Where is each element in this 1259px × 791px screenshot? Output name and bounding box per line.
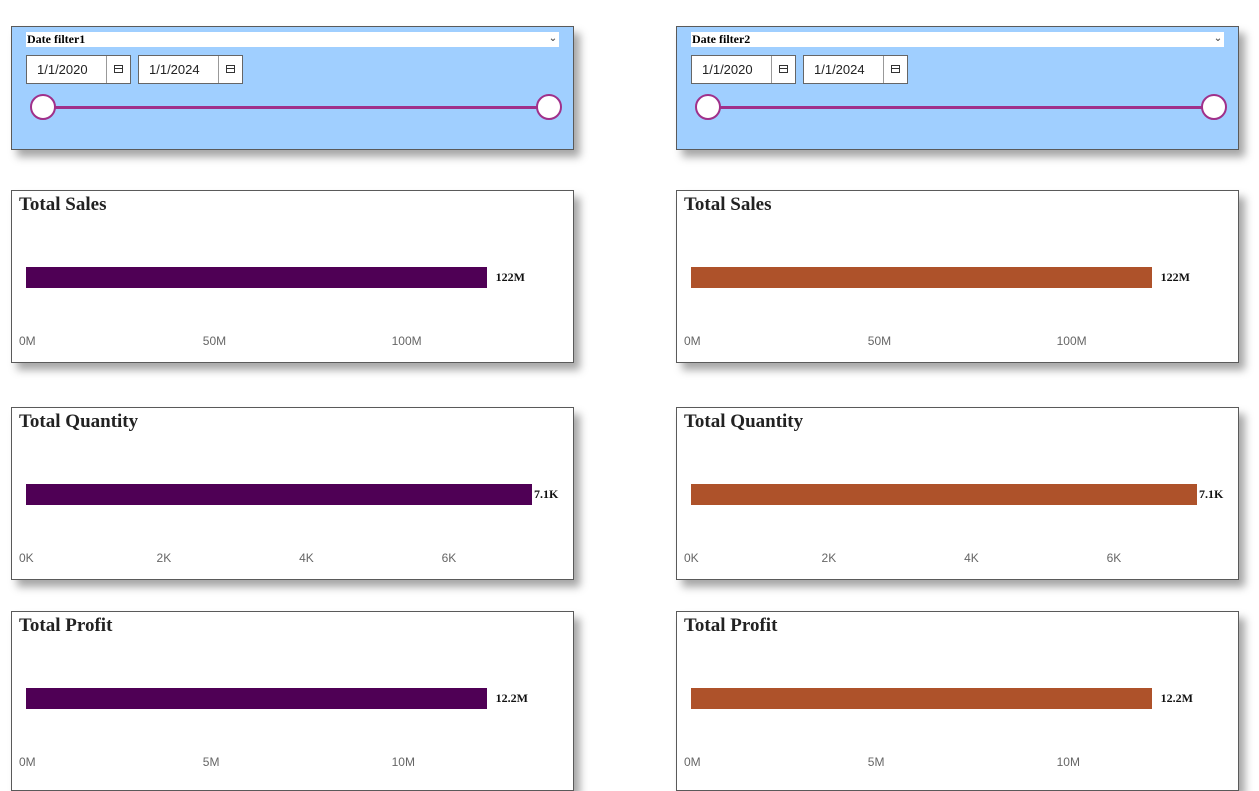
bar[interactable] [26,688,487,709]
total-quantity-chart: Total Quantity 7.1K 0K 2K 4K 6K [676,407,1239,580]
total-profit-chart: Total Profit 12.2M 0M 5M 10M [676,611,1239,791]
calendar-icon [226,65,235,73]
total-quantity-chart: Total Quantity 7.1K 0K 2K 4K 6K [11,407,574,580]
x-tick-label: 0K [19,551,34,565]
date-range-slider-track[interactable] [708,106,1214,109]
total-profit-chart: Total Profit 12.2M 0M 5M 10M [11,611,574,791]
calendar-icon [891,65,900,73]
x-tick-label: 50M [867,334,892,348]
start-date-input[interactable]: 1/1/2020 [26,55,131,84]
x-tick-label: 100M [1056,334,1087,348]
x-tick-label: 10M [391,755,415,769]
x-tick-label: 4K [299,551,314,565]
calendar-button[interactable] [883,56,907,83]
x-tick-label: 0M [684,755,701,769]
bar[interactable] [691,267,1152,288]
total-sales-chart: Total Sales 122M 0M 50M 100M [676,190,1239,363]
data-label: 7.1K [1199,487,1224,501]
end-date-input[interactable]: 1/1/2024 [803,55,908,84]
slicer-header[interactable]: Date filter2 ⌄ [691,32,1224,47]
slider-end-handle[interactable] [536,94,562,120]
x-tick-label: 0K [684,551,699,565]
data-label: 12.2M [495,691,528,705]
chevron-down-icon[interactable]: ⌄ [1212,32,1224,47]
date-filter1-slicer: Date filter1 ⌄ 1/1/2020 1/1/2024 [11,26,574,150]
end-date-value: 1/1/2024 [814,62,865,77]
x-tick-label: 0M [684,334,701,348]
start-date-value: 1/1/2020 [37,62,88,77]
x-tick-label: 100M [391,334,422,348]
chart-title: Total Sales [684,194,772,215]
slider-start-handle[interactable] [30,94,56,120]
x-tick-label: 2K [156,551,172,565]
date-range-slider-track[interactable] [43,106,549,109]
x-tick-label: 6K [441,551,457,565]
calendar-icon [779,65,788,73]
slicer-header[interactable]: Date filter1 ⌄ [26,32,559,47]
calendar-button[interactable] [771,56,795,83]
calendar-button[interactable] [106,56,130,83]
x-tick-label: 5M [867,755,885,769]
data-label: 122M [495,270,525,284]
data-label: 122M [1160,270,1190,284]
x-tick-label: 2K [821,551,837,565]
start-date-input[interactable]: 1/1/2020 [691,55,796,84]
chevron-down-icon[interactable]: ⌄ [547,32,559,47]
x-tick-label: 0M [19,755,36,769]
total-sales-chart: Total Sales 122M 0M 50M 100M [11,190,574,363]
chart-title: Total Sales [19,194,107,215]
x-tick-label: 0M [19,334,36,348]
data-label: 12.2M [1160,691,1193,705]
slicer-title: Date filter2 [692,32,751,46]
calendar-button[interactable] [218,56,242,83]
data-label: 7.1K [534,487,559,501]
end-date-value: 1/1/2024 [149,62,200,77]
date-filter2-slicer: Date filter2 ⌄ 1/1/2020 1/1/2024 [676,26,1239,150]
bar[interactable] [26,484,532,505]
calendar-icon [114,65,123,73]
slicer-title: Date filter1 [27,32,86,46]
slider-end-handle[interactable] [1201,94,1227,120]
chart-title: Total Profit [684,615,778,636]
bar[interactable] [691,688,1152,709]
end-date-input[interactable]: 1/1/2024 [138,55,243,84]
chart-title: Total Quantity [684,411,804,432]
chart-title: Total Profit [19,615,113,636]
x-tick-label: 10M [1056,755,1080,769]
bar[interactable] [691,484,1197,505]
x-tick-label: 5M [202,755,220,769]
x-tick-label: 6K [1106,551,1122,565]
slider-start-handle[interactable] [695,94,721,120]
start-date-value: 1/1/2020 [702,62,753,77]
x-tick-label: 4K [964,551,979,565]
chart-title: Total Quantity [19,411,139,432]
x-tick-label: 50M [202,334,227,348]
bar[interactable] [26,267,487,288]
